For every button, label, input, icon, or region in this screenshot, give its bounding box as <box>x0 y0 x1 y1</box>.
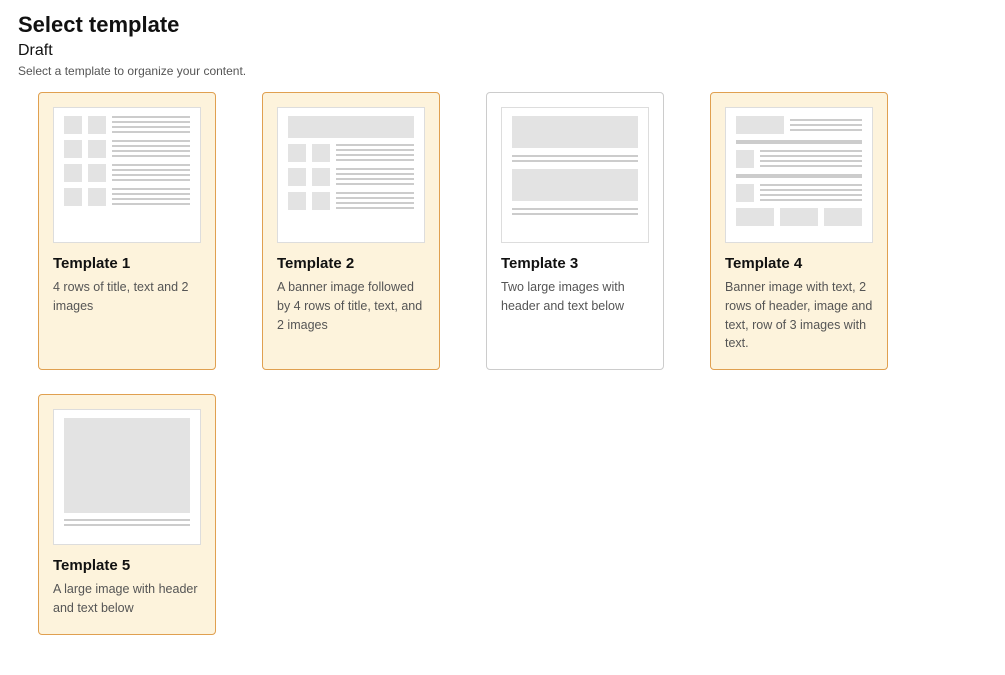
template-card-3[interactable]: Template 3 Two large images with header … <box>486 92 664 370</box>
template-desc: Two large images with header and text be… <box>501 278 649 316</box>
template-desc: A banner image followed by 4 rows of tit… <box>277 278 425 334</box>
template-desc: A large image with header and text below <box>53 580 201 618</box>
template-title: Template 4 <box>725 255 873 272</box>
template-title: Template 3 <box>501 255 649 272</box>
template-thumbnail-1 <box>53 107 201 243</box>
template-thumbnail-5 <box>53 409 201 545</box>
page-hint: Select a template to organize your conte… <box>18 64 987 78</box>
template-title: Template 5 <box>53 557 201 574</box>
template-thumbnail-3 <box>501 107 649 243</box>
template-thumbnail-2 <box>277 107 425 243</box>
page-title: Select template <box>18 12 987 38</box>
template-title: Template 1 <box>53 255 201 272</box>
page-subtitle: Draft <box>18 42 987 60</box>
template-card-4[interactable]: Template 4 Banner image with text, 2 row… <box>710 92 888 370</box>
template-card-2[interactable]: Template 2 A banner image followed by 4 … <box>262 92 440 370</box>
template-card-1[interactable]: Template 1 4 rows of title, text and 2 i… <box>38 92 216 370</box>
template-desc: 4 rows of title, text and 2 images <box>53 278 201 316</box>
template-grid: Template 1 4 rows of title, text and 2 i… <box>18 92 987 635</box>
template-desc: Banner image with text, 2 rows of header… <box>725 278 873 353</box>
template-title: Template 2 <box>277 255 425 272</box>
template-card-5[interactable]: Template 5 A large image with header and… <box>38 394 216 635</box>
template-thumbnail-4 <box>725 107 873 243</box>
